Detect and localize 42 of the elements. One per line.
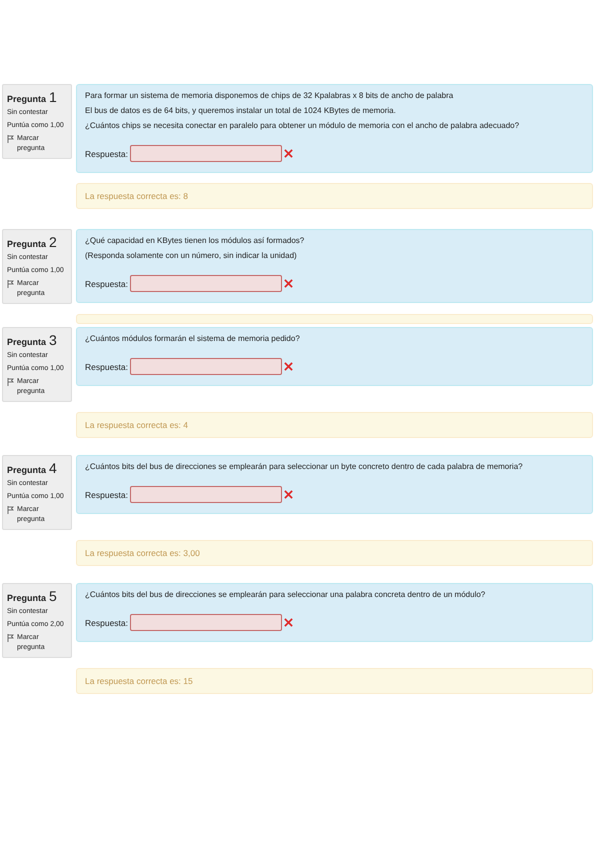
flag-icon xyxy=(7,280,14,288)
flag-icon xyxy=(7,135,14,143)
answer-field[interactable] xyxy=(130,358,282,375)
question-text: ¿Cuántos bits del bus de direcciones se emplearán para seleccionar una palabra concreta dentro de un módulo? xyxy=(85,589,486,600)
question-number: 3 xyxy=(49,332,57,348)
question-text: Para formar un sistema de memoria disponemos de chips de 32 Kpalabras x 8 bits de ancho de palabra xyxy=(85,90,454,101)
flag-icon xyxy=(7,378,14,386)
answer-label: Respuesta: xyxy=(85,362,128,372)
answer-field[interactable] xyxy=(130,614,282,631)
cross-icon xyxy=(284,149,293,158)
cross-icon xyxy=(284,279,293,288)
question-text: ¿Cuántos módulos formarán el sistema de memoria pedido? xyxy=(85,333,301,344)
question-label: Pregunta xyxy=(7,593,46,603)
question-text: ¿Cuántos bits del bus de direcciones se emplearán para seleccionar un byte concreto dentro de cada palabra de memoria? xyxy=(85,461,524,472)
answer-field[interactable] xyxy=(130,486,282,503)
question-label: Pregunta xyxy=(7,337,46,347)
question-label: Pregunta xyxy=(7,94,46,104)
question-number: 2 xyxy=(49,234,57,250)
answer-label: Respuesta: xyxy=(85,148,128,158)
question-text: (Responda solamente con un número, sin indicar la unidad) xyxy=(85,250,298,261)
flag-icon xyxy=(7,634,14,642)
correct-answer-feedback: La respuesta correcta es: 8 xyxy=(76,183,593,209)
answer-field[interactable] xyxy=(130,145,282,162)
question-label: Pregunta xyxy=(7,465,46,475)
question-label: Pregunta xyxy=(7,239,46,249)
question-number: 5 xyxy=(49,588,57,604)
flag-icon xyxy=(7,506,14,514)
correct-answer-feedback: La respuesta correcta es: 4 xyxy=(76,412,593,438)
cross-icon xyxy=(284,618,293,627)
question-number: 4 xyxy=(49,460,57,476)
answer-label: Respuesta: xyxy=(85,278,128,288)
answer-label: Respuesta: xyxy=(85,490,128,500)
cross-icon xyxy=(284,490,293,499)
correct-answer-feedback: La respuesta correcta es: 3,00 xyxy=(76,540,593,566)
answer-field[interactable] xyxy=(130,275,282,292)
question-text: El bus de datos es de 64 bits, y queremos instalar un total de 1024 KBytes de memoria. xyxy=(85,105,397,116)
question-number: 1 xyxy=(49,89,57,105)
question-text: ¿Qué capacidad en KBytes tienen los módulos así formados? xyxy=(85,235,306,246)
question-text: ¿Cuántos chips se necesita conectar en paralelo para obtener un módulo de memoria con el ancho de palabra adecuado? xyxy=(85,120,520,131)
cross-icon xyxy=(284,362,293,371)
correct-answer-feedback: La respuesta correcta es: 15 xyxy=(76,668,593,694)
answer-label: Respuesta: xyxy=(85,618,128,628)
